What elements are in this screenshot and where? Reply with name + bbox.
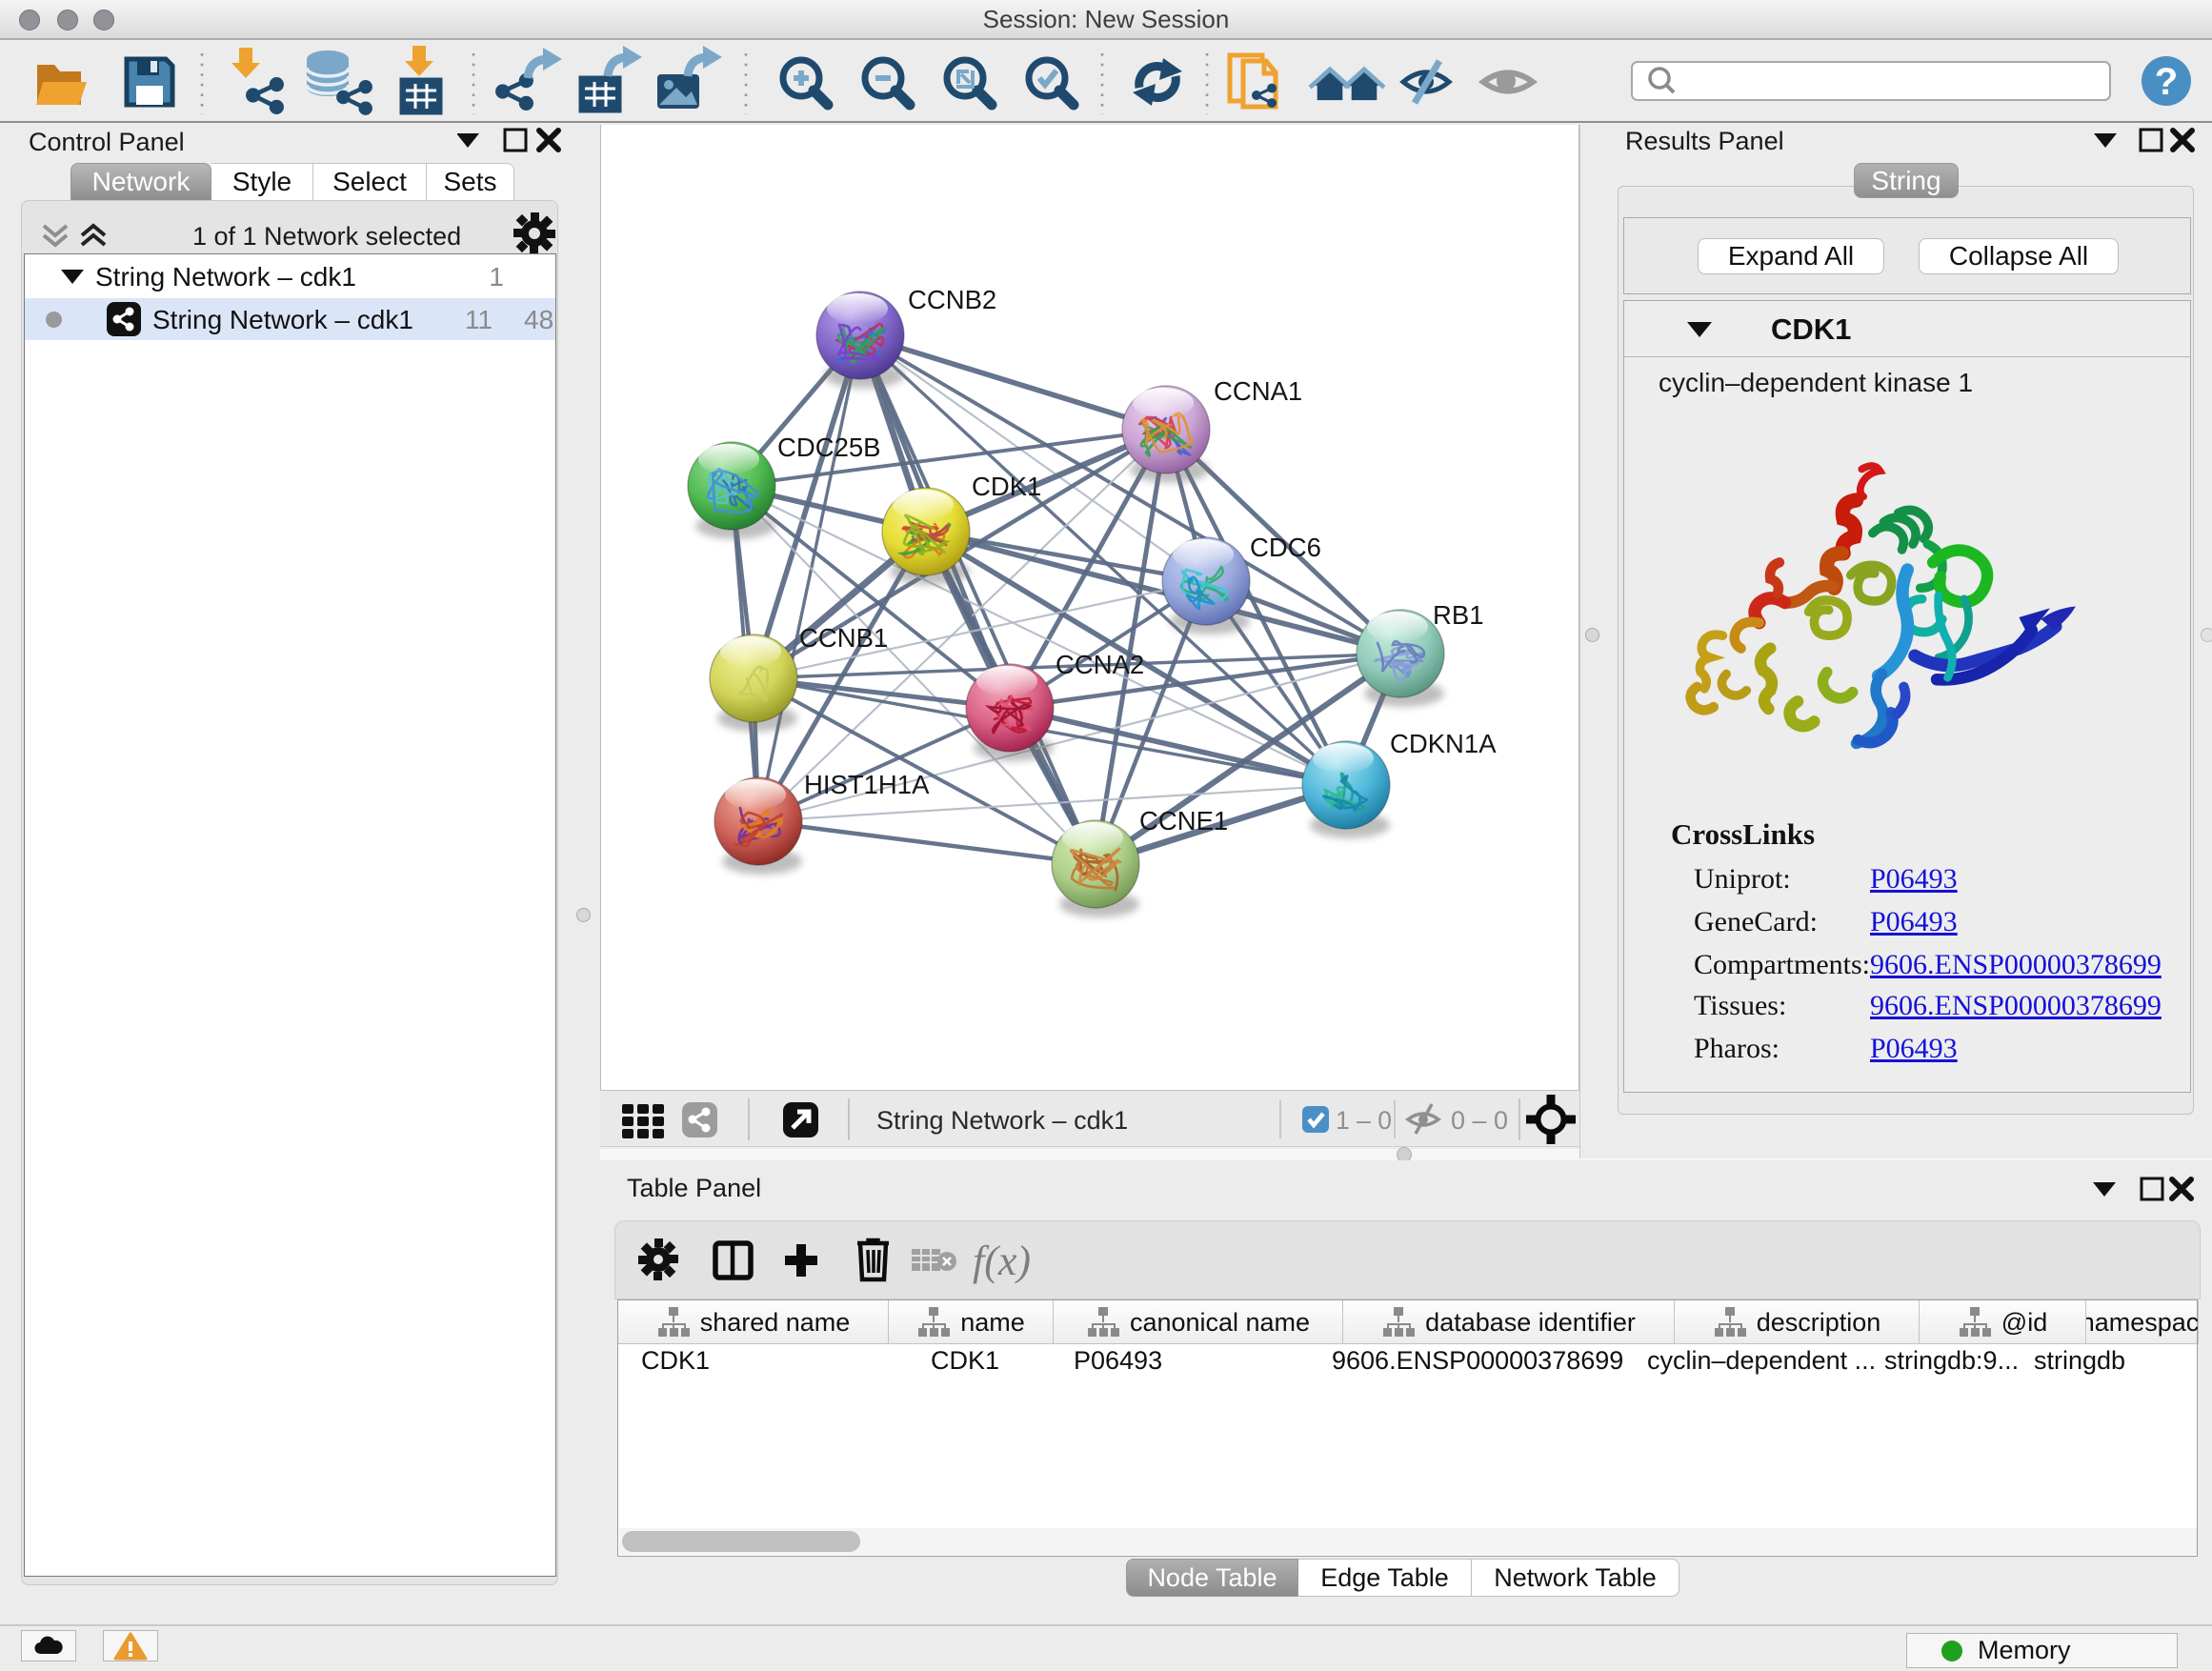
svg-text:1 of 1 Network selected: 1 of 1 Network selected <box>192 222 461 251</box>
svg-text:String Network – cdk1: String Network – cdk1 <box>876 1106 1128 1135</box>
svg-text:0 – 0: 0 – 0 <box>1451 1106 1508 1135</box>
svg-text:CDK1: CDK1 <box>972 472 1041 501</box>
svg-text:f(x): f(x) <box>973 1238 1031 1284</box>
svg-text:CDKN1A: CDKN1A <box>1390 729 1497 758</box>
svg-text:HIST1H1A: HIST1H1A <box>804 770 930 799</box>
svg-text:CDC25B: CDC25B <box>777 433 881 462</box>
svg-text:?: ? <box>2155 61 2178 103</box>
svg-text:CCNE1: CCNE1 <box>1139 806 1228 836</box>
svg-text:1 – 0: 1 – 0 <box>1336 1106 1392 1135</box>
svg-text:CDC6: CDC6 <box>1250 533 1321 562</box>
svg-text:RB1: RB1 <box>1433 600 1484 630</box>
svg-text:CCNA1: CCNA1 <box>1214 376 1302 406</box>
svg-text:CCNA2: CCNA2 <box>1056 650 1144 679</box>
svg-text:CCNB2: CCNB2 <box>908 285 996 314</box>
svg-text:CCNB1: CCNB1 <box>799 623 888 653</box>
